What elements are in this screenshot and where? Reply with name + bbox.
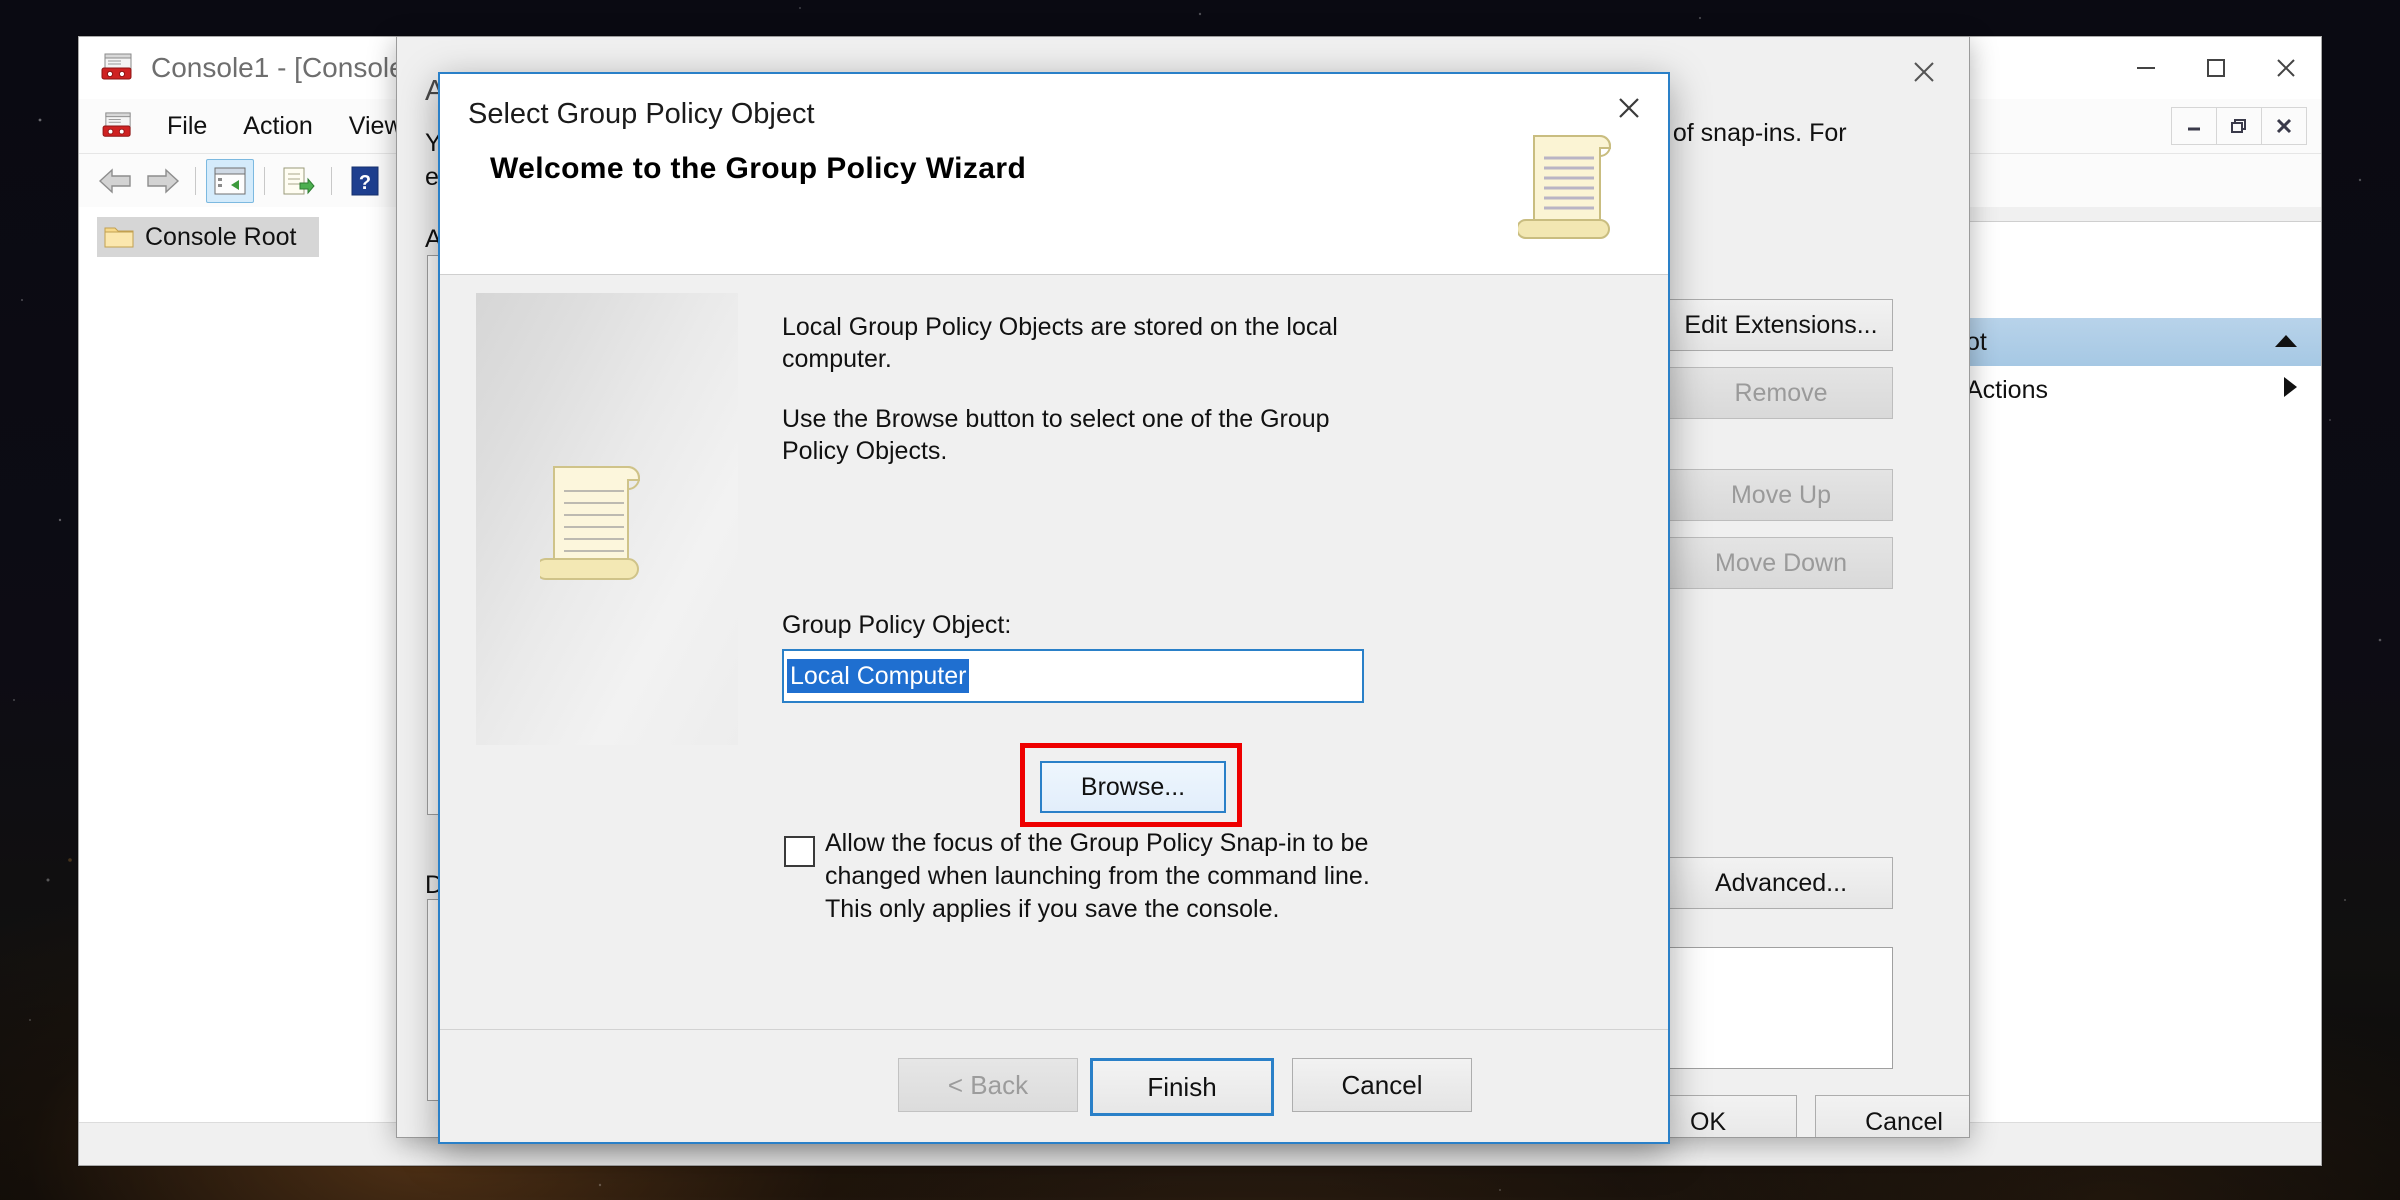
allow-focus-change-label: Allow the focus of the Group Policy Snap… [825,829,1370,923]
wizard-paragraph-2: Use the Browse button to select one of t… [782,405,1330,465]
close-icon[interactable] [1879,37,1969,107]
mdi-minimize-icon[interactable] [2171,107,2217,145]
actions-pane-header [1938,207,2321,222]
mdi-restore-icon[interactable] [2216,107,2262,145]
toolbar-separator [195,167,196,195]
mmc-console-icon [101,112,135,140]
maximize-icon[interactable] [2181,37,2251,99]
actions-row-label: Actions [1966,375,2048,404]
move-down-label: Move Down [1715,548,1847,577]
window-controls [2111,37,2321,99]
menu-item-action[interactable]: Action [225,108,330,145]
forward-arrow-icon[interactable] [139,160,185,202]
allow-focus-change-checkbox[interactable] [784,836,815,867]
folder-icon [104,227,134,248]
snapins-text-fragment-2: e [425,163,439,191]
help-icon[interactable]: ? [342,160,388,202]
select-group-policy-object-dialog: Select Group Policy Object Welcome to th… [438,72,1670,1144]
wizard-footer: < Back Finish Cancel [440,1029,1668,1142]
actions-row-console-root[interactable]: ot [1938,318,2321,366]
collapse-up-arrow-icon[interactable] [2273,328,2299,357]
mdi-close-icon[interactable] [2261,107,2307,145]
mdi-window-controls [2171,107,2307,145]
wizard-caption: Select Group Policy Object [468,98,815,130]
group-policy-object-input[interactable]: Local Computer [782,649,1364,703]
scroll-document-icon [535,453,660,588]
group-policy-object-label: Group Policy Object: [782,611,1012,639]
move-up-button[interactable]: Move Up [1669,469,1893,521]
mmc-console-icon [101,53,135,83]
actions-pane: ot Actions [1938,207,2321,1123]
back-button-label: < Back [947,1069,1029,1100]
advanced-button[interactable]: Advanced... [1669,857,1893,909]
group-policy-object-value: Local Computer [787,659,970,693]
move-up-label: Move Up [1730,480,1832,509]
browse-button[interactable]: Browse... [1040,761,1226,813]
cancel-label: Cancel [1865,1107,1943,1136]
finish-button-label: Finish [1147,1071,1217,1102]
move-down-button[interactable]: Move Down [1669,537,1893,589]
show-hide-console-tree-icon[interactable] [206,159,254,203]
wizard-content: Local Group Policy Objects are stored on… [440,275,1668,1030]
snapins-bottom-panel [1669,947,1893,1069]
remove-button[interactable]: Remove [1669,367,1893,419]
back-button[interactable]: < Back [898,1058,1078,1112]
wizard-header: Select Group Policy Object Welcome to th… [440,74,1668,275]
toolbar-separator [331,167,332,195]
browse-button-label: Browse... [1080,772,1186,801]
scroll-document-icon [1516,126,1626,244]
edit-extensions-label: Edit Extensions... [1684,310,1878,339]
submenu-right-arrow-icon[interactable] [2281,375,2299,406]
advanced-label: Advanced... [1714,868,1848,897]
wizard-welcome-heading: Welcome to the Group Policy Wizard [490,152,1027,185]
menu-item-file[interactable]: File [149,108,225,145]
close-icon[interactable] [2251,37,2321,99]
cancel-button[interactable]: Cancel [1815,1095,1969,1137]
tree-item-label: Console Root [145,222,297,251]
ok-label: OK [1689,1107,1727,1136]
snapins-description-text: t of snap-ins. For [1659,119,1847,147]
minimize-icon[interactable] [2111,37,2181,99]
toolbar-separator [264,167,265,195]
wizard-cancel-label: Cancel [1341,1069,1423,1100]
tree-item-console-root[interactable]: Console Root [97,217,319,257]
back-arrow-icon[interactable] [93,160,139,202]
edit-extensions-button[interactable]: Edit Extensions... [1669,299,1893,351]
remove-label: Remove [1734,378,1828,407]
export-list-icon[interactable] [275,160,321,202]
wizard-paragraph-1: Local Group Policy Objects are stored on… [782,313,1338,373]
actions-row-more-actions[interactable]: Actions [1938,366,2321,414]
wizard-cancel-button[interactable]: Cancel [1292,1058,1472,1112]
wizard-side-graphic [476,293,738,745]
svg-text:?: ? [359,172,371,194]
mmc-window-title: Console1 - [Console [151,52,405,83]
finish-button[interactable]: Finish [1090,1058,1274,1116]
